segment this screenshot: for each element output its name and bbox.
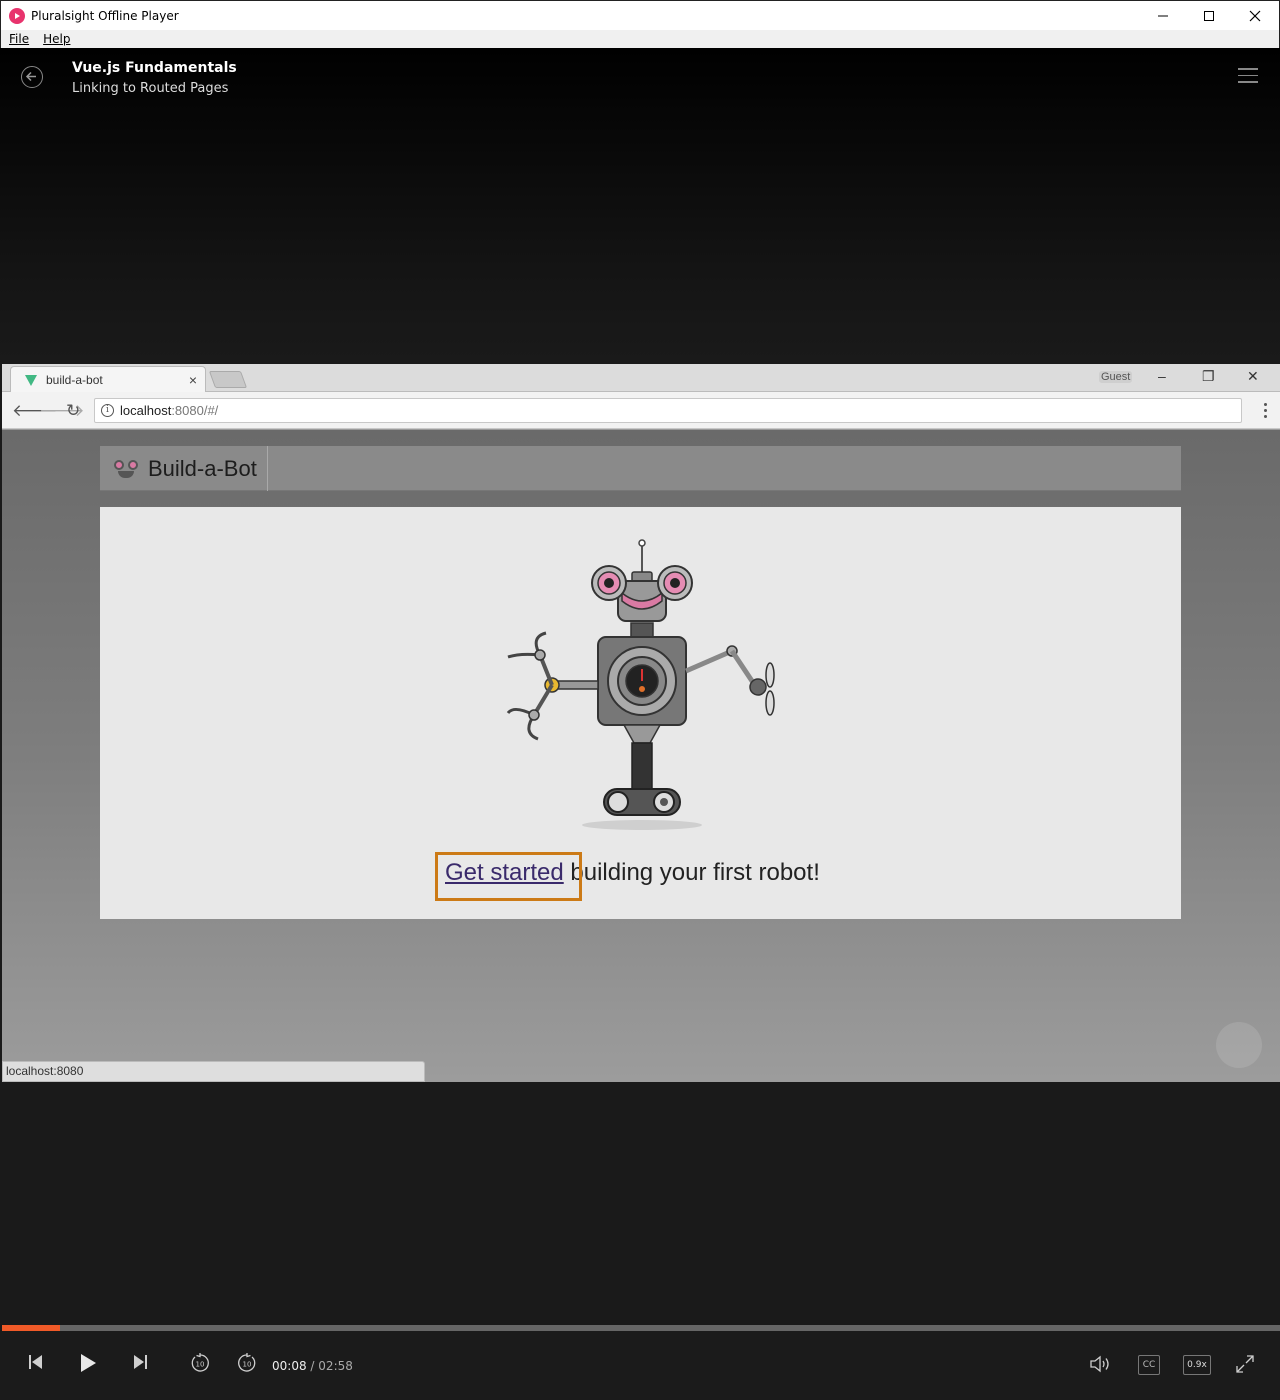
back-button[interactable] <box>21 66 43 88</box>
browser-status-bar: localhost:8080 <box>2 1061 425 1082</box>
fullscreen-icon <box>1236 1355 1254 1373</box>
robot-illustration <box>506 539 775 830</box>
pluralsight-watermark-icon <box>1216 1022 1262 1068</box>
site-header: Build-a-Bot <box>100 446 1181 491</box>
player-header: Vue.js Fundamentals Linking to Routed Pa… <box>0 48 1280 364</box>
time-display: 00:08 / 02:58 <box>272 1359 353 1373</box>
time-separator: / <box>310 1359 315 1373</box>
highlight-box <box>435 852 582 901</box>
menu-file[interactable]: File <box>9 32 29 46</box>
browser-restore-icon: ❐ <box>1202 368 1215 384</box>
new-tab-icon <box>208 371 248 388</box>
play-icon <box>81 1354 96 1372</box>
vue-logo-icon <box>25 374 37 386</box>
playback-speed-button[interactable]: 0.9x <box>1183 1355 1211 1375</box>
volume-button[interactable] <box>1090 1355 1112 1378</box>
robot-logo-icon <box>112 456 142 482</box>
browser-close-icon: ✕ <box>1247 368 1259 384</box>
rewind-10-icon: 10 <box>191 1353 209 1372</box>
browser-tab-title: build-a-bot <box>46 373 103 387</box>
browser-toolbar: 🡐 🡒 ↻ i localhost:8080/#/ <box>2 392 1280 429</box>
minimize-button[interactable] <box>1140 1 1186 31</box>
profile-badge: Guest <box>1099 371 1133 383</box>
forward-seconds: 10 <box>243 1361 252 1369</box>
captions-button[interactable]: CC <box>1138 1355 1160 1375</box>
pluralsight-logo-icon <box>9 7 25 24</box>
tab-close-icon: × <box>188 372 197 388</box>
reload-icon: ↻ <box>66 401 81 420</box>
menu-help[interactable]: Help <box>43 32 70 46</box>
play-button[interactable] <box>79 1353 97 1378</box>
browser-tab: build-a-bot × <box>10 366 206 393</box>
volume-icon <box>1090 1355 1109 1373</box>
player-controls: 10 10 00:08 / 02:58 CC 0.9x <box>0 1331 1280 1400</box>
previous-clip-button[interactable] <box>28 1353 44 1376</box>
site-brand: Build-a-Bot <box>100 446 268 491</box>
table-of-contents-button[interactable] <box>1238 68 1258 86</box>
site-main-content: Get started building your first robot! <box>100 507 1181 919</box>
info-icon: i <box>101 404 114 417</box>
arrow-left-icon <box>25 71 36 82</box>
browser-tabstrip: build-a-bot × Guest – ❐ ✕ <box>2 364 1280 393</box>
rewind-button[interactable]: 10 <box>189 1352 211 1379</box>
skip-next-icon <box>134 1355 147 1369</box>
forward-10-icon: 10 <box>238 1353 256 1372</box>
video-player[interactable]: build-a-bot × Guest – ❐ ✕ 🡐 🡒 ↻ i localh… <box>2 364 1280 1082</box>
cta-text: building your first robot! <box>563 859 820 886</box>
window-title: Pluralsight Offline Player <box>31 8 179 23</box>
close-button[interactable] <box>1232 1 1278 31</box>
current-time: 00:08 <box>272 1359 307 1373</box>
address-bar: i localhost:8080/#/ <box>94 398 1242 423</box>
fullscreen-button[interactable] <box>1236 1355 1254 1378</box>
course-title: Vue.js Fundamentals <box>72 60 237 76</box>
next-clip-button[interactable] <box>132 1353 148 1376</box>
url-text: localhost:8080/#/ <box>120 403 219 418</box>
browser-menu-icon <box>1264 403 1267 421</box>
forward-button[interactable]: 10 <box>236 1352 258 1379</box>
browser-minimize-icon: – <box>1158 368 1166 384</box>
maximize-button[interactable] <box>1186 1 1232 31</box>
skip-previous-icon <box>29 1355 42 1369</box>
clip-title: Linking to Routed Pages <box>72 81 229 96</box>
rewind-seconds: 10 <box>196 1361 205 1369</box>
site-title: Build-a-Bot <box>148 455 257 481</box>
duration: 02:58 <box>318 1359 353 1373</box>
window-titlebar: Pluralsight Offline Player <box>0 0 1280 30</box>
menu-bar: File Help <box>0 30 1280 48</box>
